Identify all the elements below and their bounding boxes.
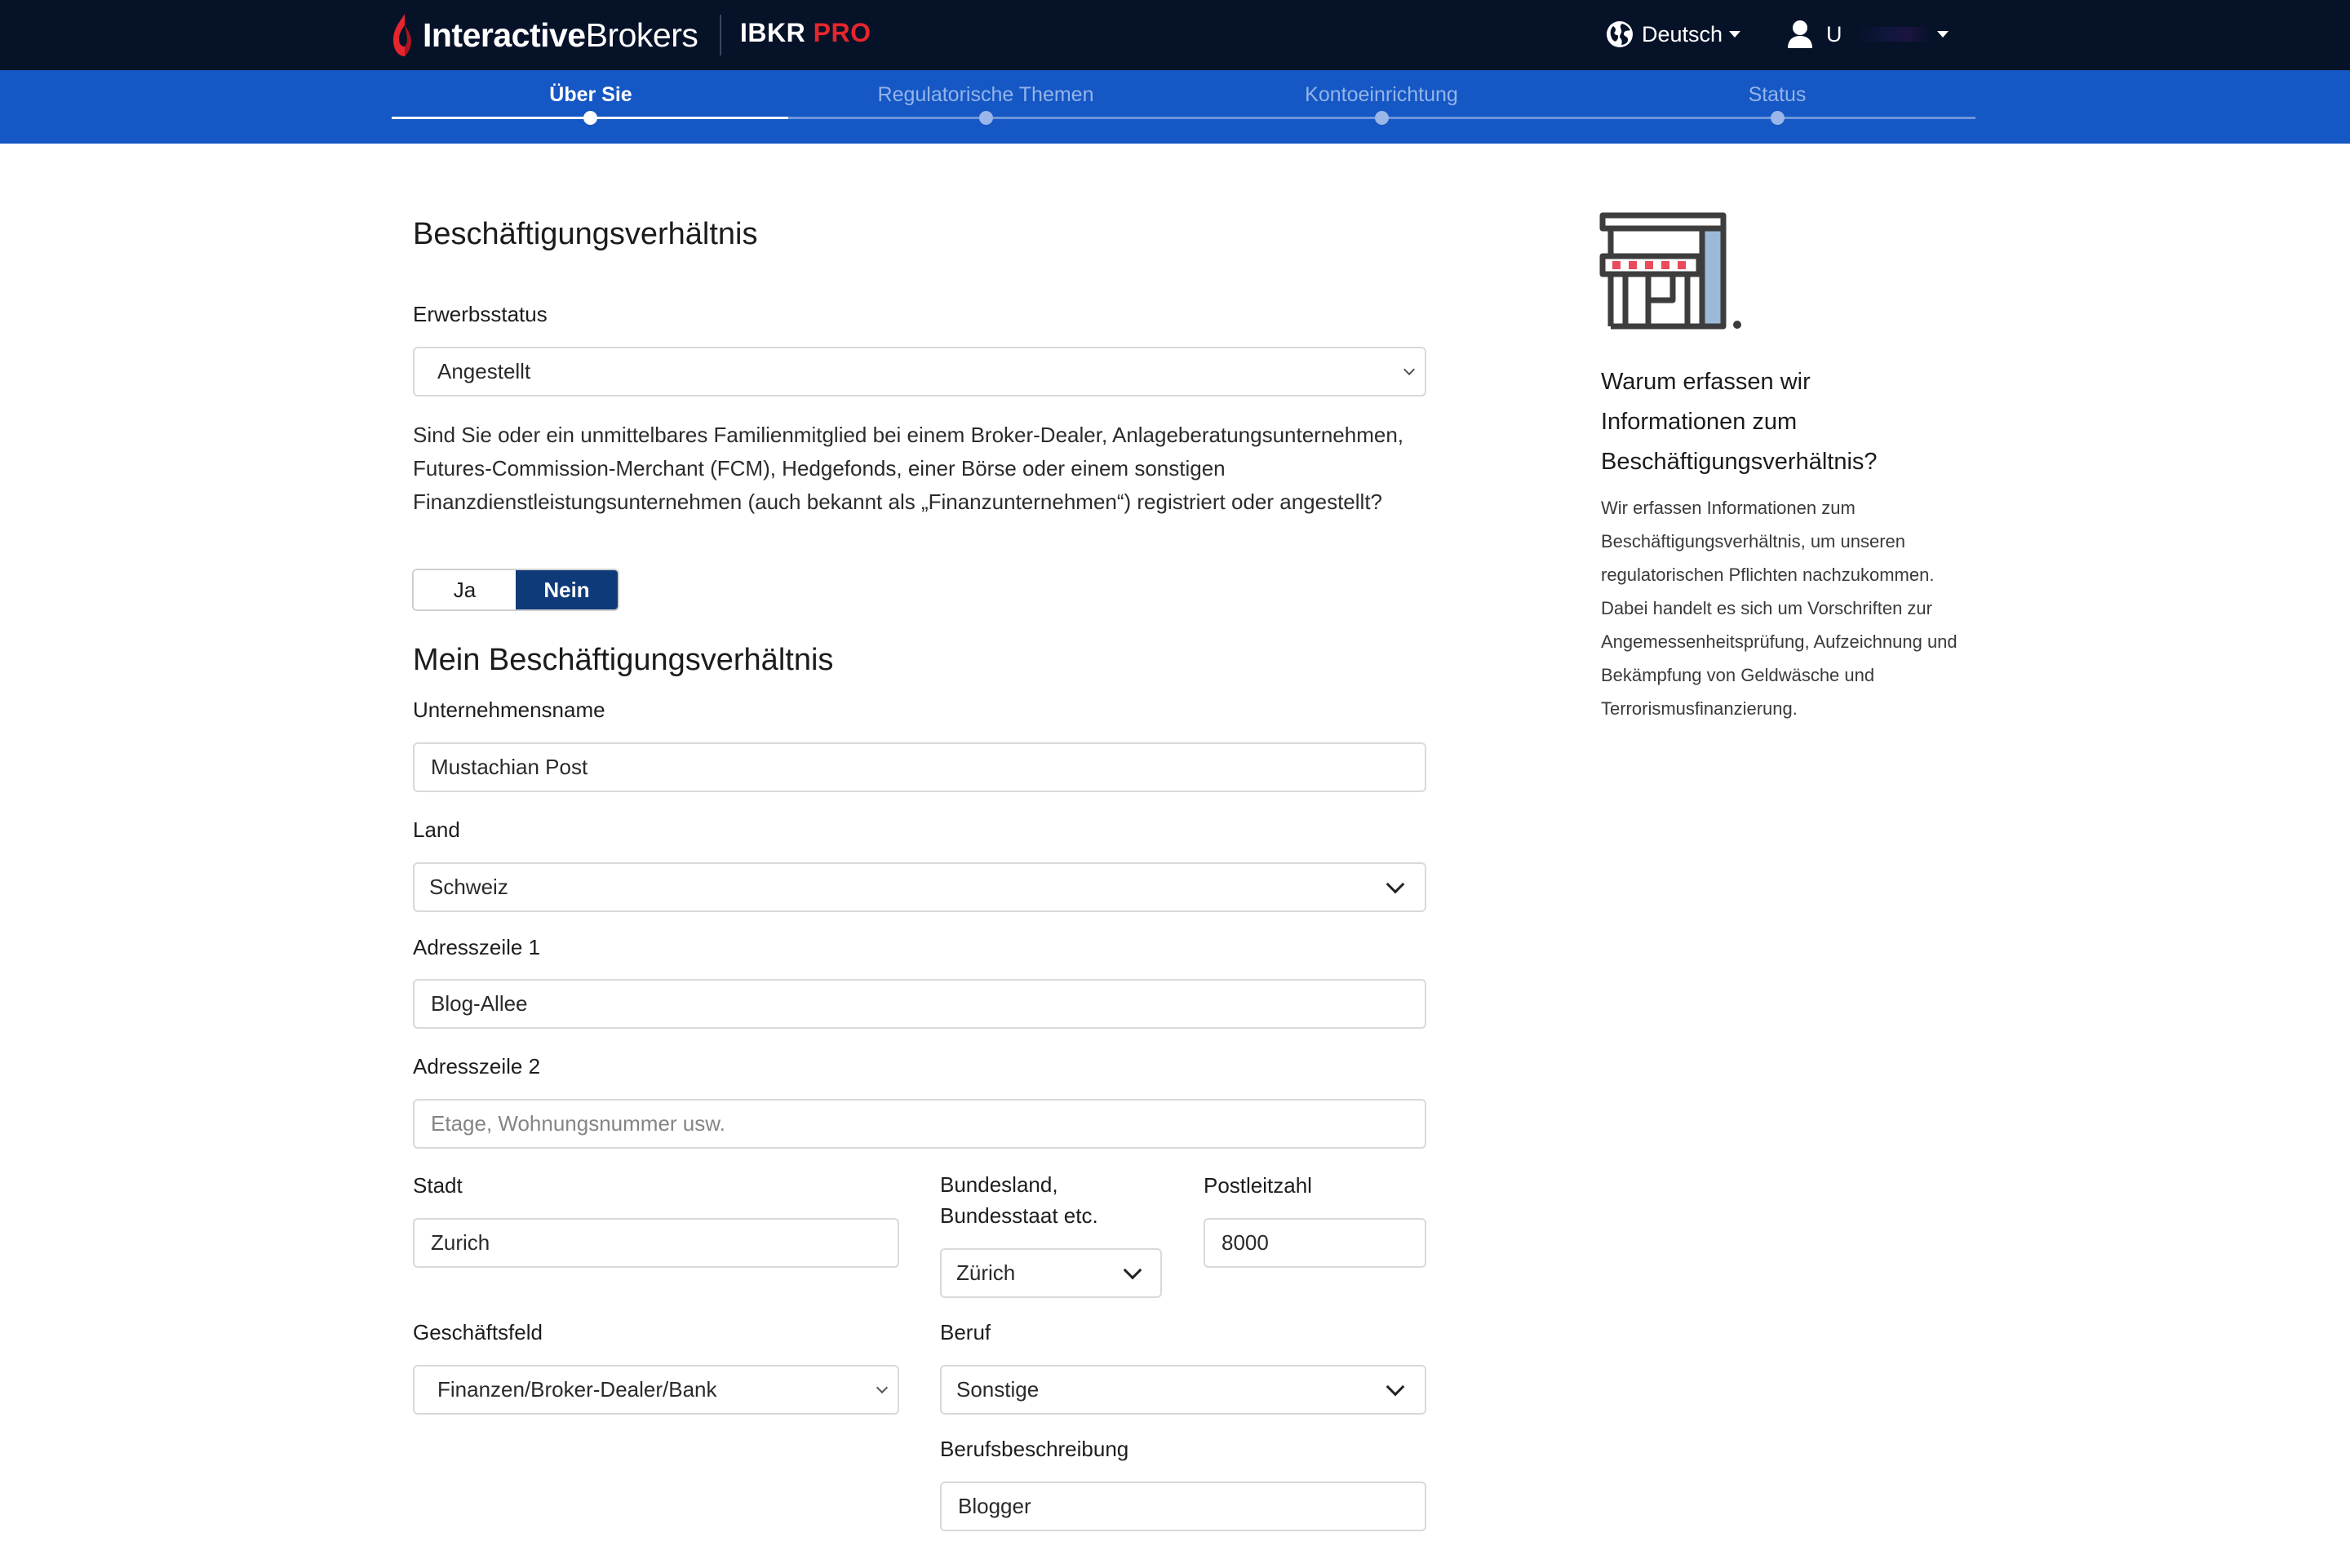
application-progress: Über Sie Regulatorische Themen Kontoeinr… [0, 70, 2350, 144]
product-accent: PRO [813, 18, 871, 47]
employment-status-select[interactable]: Angestellt [413, 347, 1426, 396]
occupation-value: Sonstige [956, 1377, 1040, 1402]
employment-status-label: Erwerbsstatus [413, 302, 548, 326]
ibkr-pro-badge: IBKR PRO [740, 18, 871, 48]
top-navigation-bar: InteractiveBrokers IBKR PRO Deutsch U [0, 0, 2350, 70]
company-name-label: Unternehmensname [413, 698, 605, 722]
zip-value: 8000 [1222, 1230, 1269, 1255]
financial-firm-toggle: Ja Nein [412, 569, 619, 611]
zip-label: Postleitzahl [1204, 1173, 1312, 1198]
user-name-redacted [1856, 27, 1931, 42]
state-label-line-2: Bundesstaat etc. [940, 1203, 1098, 1228]
step-about-you[interactable]: Über Sie [392, 83, 789, 107]
occupation-description-value: Blogger [958, 1494, 1031, 1518]
chevron-down-icon [1386, 875, 1405, 893]
city-label: Stadt [413, 1173, 463, 1198]
interactive-brokers-logo[interactable]: InteractiveBrokers [390, 11, 698, 59]
zip-input[interactable]: 8000 [1204, 1218, 1426, 1268]
user-icon [1788, 20, 1812, 48]
step-dot-4 [1771, 111, 1785, 125]
user-initial: U [1826, 21, 1842, 47]
address-line-2-label: Adresszeile 2 [413, 1054, 541, 1079]
financial-firm-question: Sind Sie oder ein unmittelbares Familien… [413, 423, 1404, 514]
user-caret-icon [1936, 31, 1949, 38]
step-status[interactable]: Status [1579, 83, 1975, 107]
step-dot-2 [979, 111, 993, 125]
business-select[interactable]: Finanzen/Broker-Dealer/Bank [413, 1365, 899, 1415]
occupation-select[interactable]: Sonstige [940, 1365, 1426, 1415]
city-value: Zurich [431, 1230, 490, 1255]
state-value: Zürich [956, 1260, 1016, 1285]
user-menu[interactable]: U [1787, 16, 1949, 52]
occupation-description-input[interactable]: Blogger [940, 1482, 1426, 1531]
company-name-input[interactable]: Mustachian Post [413, 742, 1426, 792]
occupation-label: Beruf [940, 1320, 991, 1344]
answer-yes-button[interactable]: Ja [414, 570, 516, 609]
chevron-down-icon [1123, 1260, 1142, 1279]
address-line-1-label: Adresszeile 1 [413, 935, 541, 959]
side-panel-text: Wir erfassen Informationen zum Beschäfti… [1601, 498, 1958, 719]
step-dot-1 [583, 111, 597, 125]
occupation-description-label: Berufsbeschreibung [940, 1437, 1129, 1461]
city-input[interactable]: Zurich [413, 1218, 899, 1268]
business-value: Finanzen/Broker-Dealer/Bank [437, 1377, 717, 1402]
language-caret-icon [1729, 31, 1741, 38]
state-label-line-1: Bundesland, [940, 1172, 1058, 1197]
product-name: IBKR [740, 18, 806, 47]
country-value: Schweiz [429, 875, 508, 899]
business-label: Geschäftsfeld [413, 1320, 543, 1344]
side-panel-title: Warum erfassen wir Informationen zum Bes… [1601, 369, 1878, 475]
employment-status-value: Angestellt [437, 359, 531, 383]
address-line-1-value: Blog-Allee [431, 991, 528, 1016]
address-line-2-placeholder: Etage, Wohnungsnummer usw. [431, 1111, 725, 1136]
logo-divider [720, 15, 721, 55]
language-selector[interactable]: Deutsch [1606, 16, 1741, 52]
address-line-1-input[interactable]: Blog-Allee [413, 979, 1426, 1029]
state-label: Bundesland, Bundesstaat etc. [940, 1169, 1098, 1231]
logo-flame-icon [393, 14, 411, 56]
section-title-employment: Beschäftigungsverhältnis [413, 217, 758, 251]
logo-bold-text: Interactive [423, 16, 586, 54]
step-regulatory[interactable]: Regulatorische Themen [787, 83, 1184, 107]
chevron-down-icon [876, 1381, 889, 1393]
globe-icon [1607, 21, 1633, 47]
country-select[interactable]: Schweiz [413, 862, 1426, 912]
storefront-icon [1599, 212, 1741, 330]
company-name-value: Mustachian Post [431, 755, 588, 779]
country-label: Land [413, 817, 460, 842]
address-line-2-input[interactable]: Etage, Wohnungsnummer usw. [413, 1099, 1426, 1149]
answer-no-button[interactable]: Nein [516, 570, 618, 609]
section-title-my-employment: Mein Beschäftigungsverhältnis [413, 643, 834, 677]
state-select[interactable]: Zürich [940, 1248, 1162, 1298]
chevron-down-icon [1386, 1377, 1405, 1396]
language-label: Deutsch [1642, 21, 1723, 47]
logo-light-text: Brokers [585, 16, 698, 54]
step-account-setup[interactable]: Kontoeinrichtung [1183, 83, 1580, 107]
step-dot-3 [1375, 111, 1389, 125]
chevron-down-icon [1403, 363, 1416, 375]
